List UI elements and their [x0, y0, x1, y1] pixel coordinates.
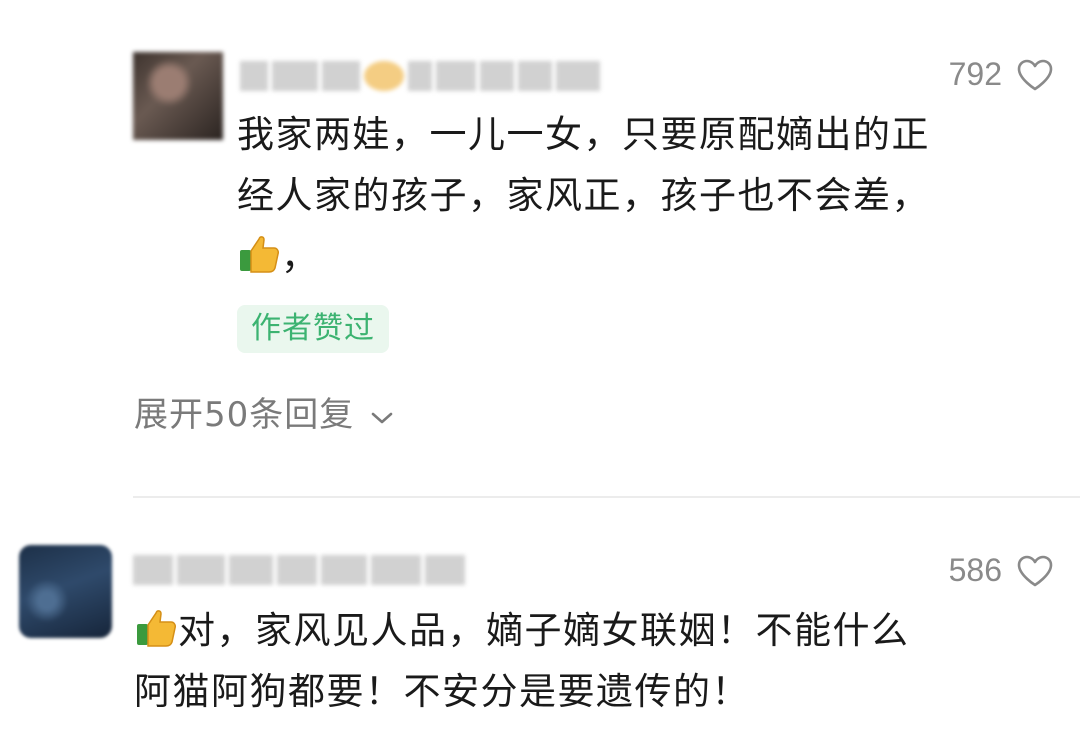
expand-replies-button[interactable]: 展开50条回复 — [134, 390, 394, 440]
comment-line: ， — [281, 235, 320, 278]
comment-line: 阿猫阿狗都要！不安分是要遗传的！ — [134, 670, 750, 713]
comment-text: 对，家风见人品，嫡子嫡女联姻！不能什么 阿猫阿狗都要！不安分是要遗传的！ — [134, 600, 910, 722]
comment-line: 经人家的孩子，家风正，孩子也不会差， — [237, 174, 930, 217]
author-liked-badge: 作者赞过 — [237, 305, 389, 353]
thumbs-up-icon — [134, 605, 178, 649]
like-count: 586 — [948, 552, 1002, 588]
comment-line: 对，家风见人品，嫡子嫡女联姻！不能什么 — [178, 609, 910, 652]
comment-text: 我家两娃，一儿一女，只要原配嫡出的正 经人家的孩子，家风正，孩子也不会差， ， — [237, 104, 930, 287]
like-count: 792 — [948, 56, 1002, 92]
username-redacted[interactable] — [133, 552, 465, 588]
expand-replies-label: 展开50条回复 — [134, 395, 355, 435]
like-button[interactable]: 792 — [949, 56, 1054, 93]
username-redacted[interactable] — [240, 58, 600, 94]
heart-outline-icon — [1016, 554, 1054, 588]
avatar[interactable] — [19, 545, 112, 638]
thumbs-up-icon — [237, 231, 281, 275]
chevron-down-icon — [370, 390, 394, 440]
avatar[interactable] — [133, 52, 223, 140]
like-button[interactable]: 586 — [949, 552, 1054, 589]
comment-line: 我家两娃，一儿一女，只要原配嫡出的正 — [237, 113, 930, 156]
divider — [133, 496, 1080, 498]
heart-outline-icon — [1016, 58, 1054, 92]
